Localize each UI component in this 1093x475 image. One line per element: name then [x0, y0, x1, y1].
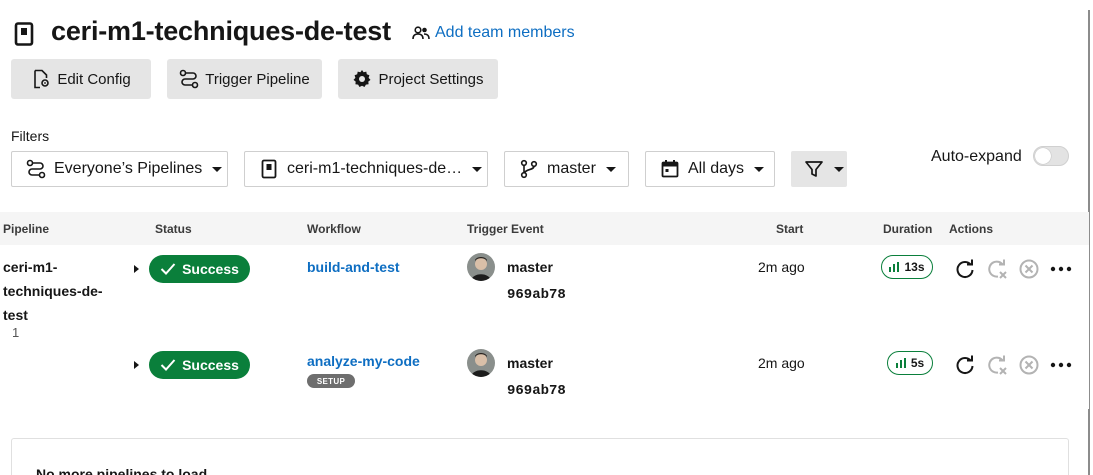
cancel-button[interactable] [1018, 354, 1040, 376]
gear-icon [353, 70, 371, 87]
caret-down-icon [605, 166, 616, 172]
project-settings-label: Project Settings [378, 70, 484, 88]
column-header-start: Start [776, 222, 804, 236]
cancel-icon [1019, 259, 1039, 279]
trigger-pipeline-label: Trigger Pipeline [205, 70, 310, 88]
rerun-failed-icon [988, 355, 1007, 375]
expand-workflow-icon[interactable] [134, 361, 139, 369]
rerun-failed-button[interactable] [986, 354, 1008, 376]
duration-badge[interactable]: 13s [881, 255, 933, 279]
start-time: 2m ago [758, 259, 805, 275]
status-badge[interactable]: Success [149, 255, 250, 283]
cancel-icon [1019, 355, 1039, 375]
more-icon [1050, 266, 1072, 272]
column-header-status: Status [155, 222, 192, 236]
add-team-members-link[interactable]: Add team members [412, 24, 575, 42]
more-filters-button[interactable] [791, 151, 847, 187]
project-icon [261, 159, 277, 179]
edit-config-label: Edit Config [57, 70, 131, 88]
pipeline-icon [179, 69, 199, 89]
pipeline-icon [26, 159, 46, 179]
rerun-button[interactable] [954, 354, 976, 376]
column-header-actions: Actions [949, 222, 994, 236]
bar-chart-icon [889, 262, 900, 272]
date-filter-value: All days [688, 160, 745, 177]
check-icon [160, 359, 176, 371]
avatar [467, 253, 495, 281]
pipeline-number[interactable]: 1 [12, 325, 19, 340]
start-time: 2m ago [758, 355, 805, 371]
auto-expand-label: Auto-expand [931, 148, 1022, 165]
rerun-icon [956, 355, 974, 375]
project-icon [14, 22, 36, 46]
workflow-link[interactable]: build-and-test [307, 259, 400, 275]
auto-expand-toggle[interactable] [1033, 146, 1069, 166]
people-icon [412, 26, 430, 40]
bar-chart-icon [895, 358, 906, 368]
trigger-branch[interactable]: master [507, 259, 553, 275]
branch-filter-value: master [547, 160, 596, 177]
status-badge[interactable]: Success [149, 351, 250, 379]
caret-down-icon [834, 166, 844, 172]
project-filter-value: ceri-m1-techniques-de… [287, 160, 463, 177]
branch-filter-dropdown[interactable]: master [504, 151, 629, 187]
more-icon [1050, 362, 1072, 368]
date-filter-dropdown[interactable]: All days [645, 151, 775, 187]
cancel-button[interactable] [1018, 258, 1040, 280]
file-gear-icon [34, 69, 50, 89]
filter-icon [805, 161, 823, 177]
branch-icon [520, 159, 538, 179]
rerun-failed-button[interactable] [986, 258, 1008, 280]
project-filter-dropdown[interactable]: ceri-m1-techniques-de… [244, 151, 488, 187]
column-header-workflow: Workflow [307, 222, 361, 236]
add-team-label: Add team members [435, 24, 575, 41]
avatar [467, 349, 495, 377]
more-actions-button[interactable] [1050, 354, 1072, 376]
edit-config-button[interactable]: Edit Config [11, 59, 151, 99]
expand-workflow-icon[interactable] [134, 265, 139, 273]
duration-badge[interactable]: 5s [887, 351, 933, 375]
rerun-button[interactable] [954, 258, 976, 280]
column-header-duration: Duration [883, 222, 933, 236]
caret-down-icon [212, 166, 223, 172]
column-header-pipeline: Pipeline [3, 222, 50, 236]
no-more-pipelines-text: No more pipelines to load [36, 466, 208, 475]
pipelines-filter-dropdown[interactable]: Everyone’s Pipelines [11, 151, 228, 187]
trigger-pipeline-button[interactable]: Trigger Pipeline [167, 59, 322, 99]
page-title: ceri-m1-techniques-de-test [51, 16, 391, 46]
rerun-icon [956, 259, 974, 279]
check-icon [160, 263, 176, 275]
trigger-branch[interactable]: master [507, 355, 553, 371]
pipelines-filter-value: Everyone’s Pipelines [54, 160, 203, 177]
calendar-icon [661, 160, 679, 178]
project-settings-button[interactable]: Project Settings [338, 59, 498, 99]
caret-down-icon [472, 166, 483, 172]
caret-down-icon [754, 166, 765, 172]
more-actions-button[interactable] [1050, 258, 1072, 280]
trigger-commit-sha[interactable]: 969ab78 [507, 287, 566, 303]
trigger-commit-sha[interactable]: 969ab78 [507, 383, 566, 399]
pipeline-name[interactable]: ceri-m1- techniques-de- test [3, 255, 113, 327]
rerun-failed-icon [988, 259, 1007, 279]
workflow-link[interactable]: analyze-my-code [307, 353, 420, 369]
filters-label: Filters [11, 128, 50, 144]
column-header-trigger-event: Trigger Event [467, 222, 544, 236]
setup-badge: SETUP [307, 374, 355, 388]
